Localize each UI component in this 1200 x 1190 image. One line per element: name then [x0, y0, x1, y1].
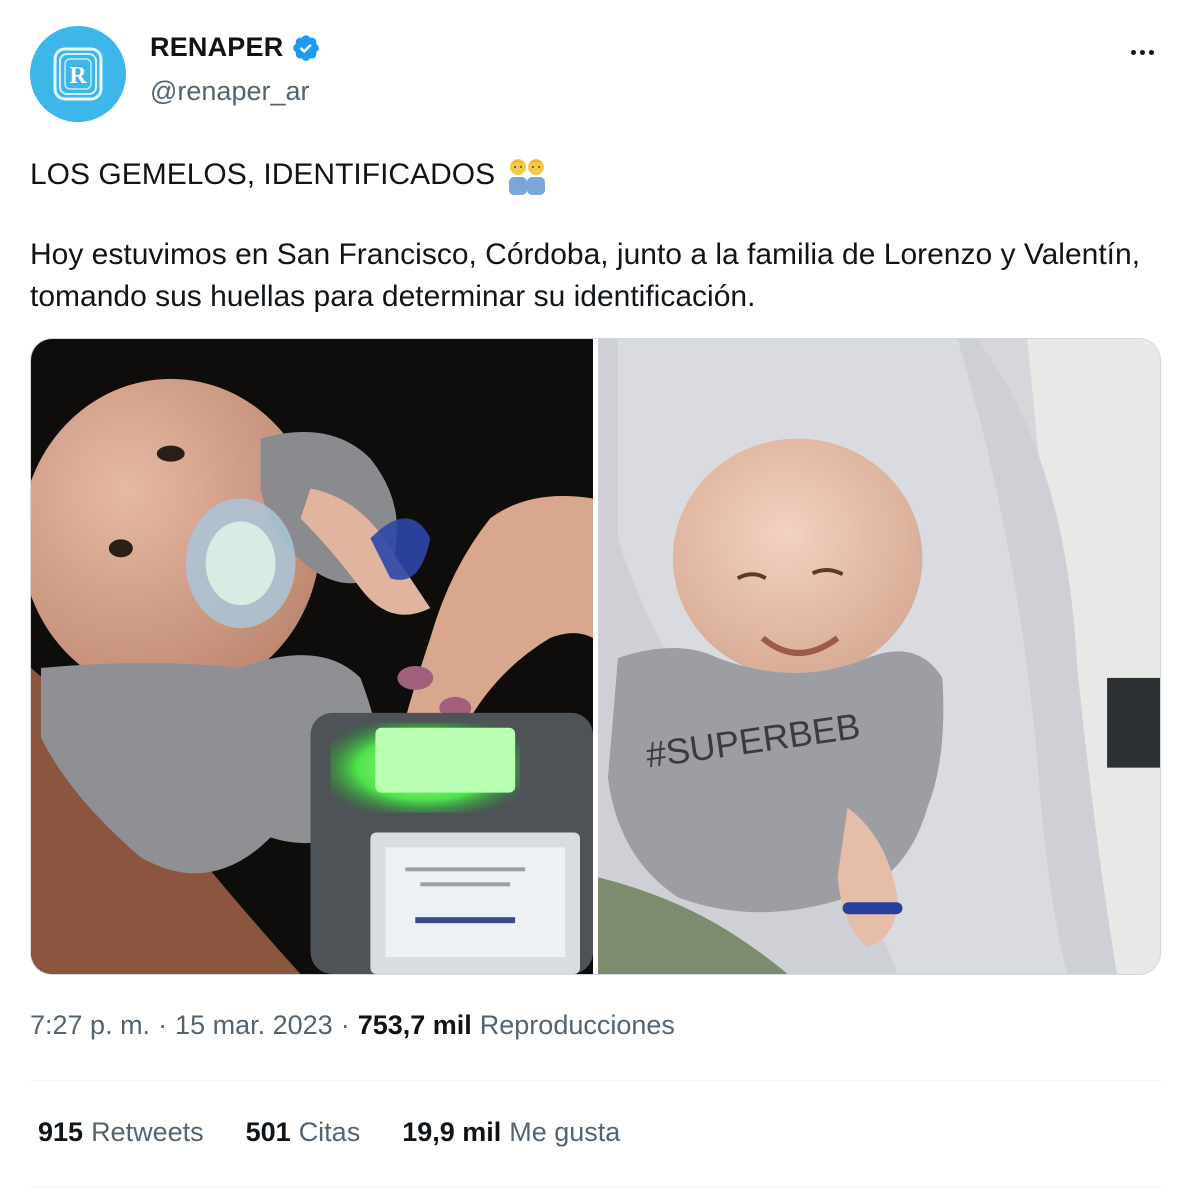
baby-fingerprint-scan-photo[interactable]	[31, 339, 593, 974]
retweets-count: 915	[38, 1117, 84, 1147]
author-avatar[interactable]: R	[30, 26, 126, 122]
tweet-title: LOS GEMELOS, IDENTIFICADOS	[30, 155, 550, 195]
likes-stat[interactable]: 19,9 mil Me gusta	[402, 1117, 620, 1148]
separator: ·	[158, 1010, 168, 1040]
quotes-stat[interactable]: 501 Citas	[246, 1117, 361, 1148]
svg-text:R: R	[69, 63, 87, 89]
tweet-meta: 7:27 p. m. · 15 mar. 2023 · 753,7 mil Re…	[30, 1010, 675, 1041]
author-handle[interactable]: @renaper_ar	[150, 76, 310, 107]
dot	[1130, 49, 1136, 55]
retweets-label: Retweets	[91, 1117, 204, 1147]
divider	[30, 1080, 1161, 1081]
smiling-baby-photo[interactable]: #SUPERBEB	[598, 339, 1160, 974]
quotes-label: Citas	[298, 1117, 361, 1147]
divider	[30, 1187, 1161, 1188]
likes-count: 19,9 mil	[402, 1117, 502, 1147]
more-options-icon[interactable]	[1122, 38, 1162, 66]
tweet-date-link[interactable]: 15 mar. 2023	[175, 1010, 333, 1041]
tweet-time-link[interactable]: 7:27 p. m.	[30, 1010, 150, 1041]
tweet-body: Hoy estuvimos en San Francisco, Córdoba,…	[30, 238, 1141, 313]
dot	[1139, 49, 1145, 55]
likes-label: Me gusta	[509, 1117, 621, 1147]
retweets-stat[interactable]: 915 Retweets	[38, 1117, 204, 1148]
separator: ·	[340, 1010, 350, 1040]
verified-badge-icon	[291, 33, 321, 63]
twins-emoji-icon	[505, 155, 550, 195]
views-count: 753,7 mil	[357, 1010, 472, 1040]
renaper-logo-icon: R	[53, 47, 103, 101]
tweet-title-text: LOS GEMELOS, IDENTIFICADOS	[30, 158, 496, 191]
dot	[1148, 49, 1154, 55]
tweet-stats: 915 Retweets 501 Citas 19,9 mil Me gusta	[38, 1117, 620, 1148]
quotes-count: 501	[245, 1117, 291, 1147]
author-display-name[interactable]: RENAPER	[150, 32, 283, 63]
views-label: Reproducciones	[479, 1010, 675, 1040]
author-name-row[interactable]: RENAPER	[150, 32, 321, 63]
tweet-media-grid[interactable]: #SUPERBEB	[30, 338, 1161, 975]
